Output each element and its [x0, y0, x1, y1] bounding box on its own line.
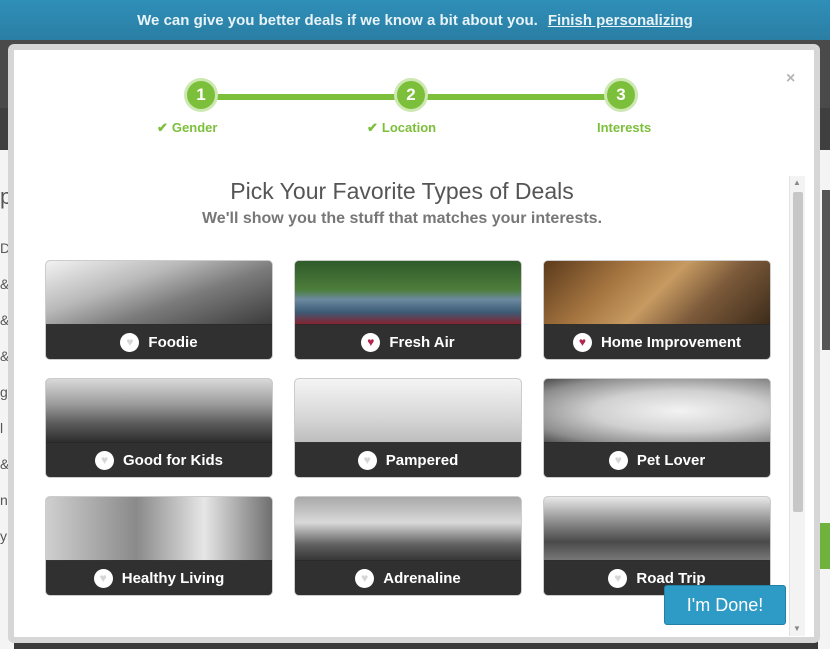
- interest-tile-pet-lover[interactable]: ♥ Pet Lover: [543, 378, 771, 478]
- page-title: Pick Your Favorite Types of Deals: [230, 178, 574, 204]
- step-1-label[interactable]: ✔ Gender: [157, 120, 217, 136]
- interest-tile-adrenaline[interactable]: ♥ Adrenaline: [294, 496, 522, 596]
- tile-label: Adrenaline: [383, 569, 461, 587]
- interest-tile-healthy-living[interactable]: ♥ Healthy Living: [45, 496, 273, 596]
- scroll-up-icon[interactable]: ▲: [793, 178, 801, 187]
- foodie-image: [46, 261, 272, 325]
- tile-caption: ♥ Foodie: [46, 324, 272, 359]
- checkmark-icon: ✔: [157, 120, 168, 135]
- fresh-air-image: [295, 261, 521, 325]
- step-label-text: Gender: [171, 120, 218, 135]
- tile-label: Pet Lover: [636, 451, 706, 469]
- adrenaline-image: [295, 497, 521, 561]
- tile-label: Pampered: [385, 451, 459, 469]
- step-label-text: Location: [381, 120, 437, 135]
- tile-label: Foodie: [148, 333, 198, 351]
- progress-steps: 1 2 3 ✔ Gender ✔ Location Interests: [14, 50, 814, 150]
- interest-tile-fresh-air[interactable]: ♥ Fresh Air: [294, 260, 522, 360]
- interest-tile-good-for-kids[interactable]: ♥ Good for Kids: [45, 378, 273, 478]
- heart-icon: ♥: [357, 450, 377, 470]
- interest-tile-home-improvement[interactable]: ♥ Home Improvement: [543, 260, 771, 360]
- tile-label: Fresh Air: [389, 333, 455, 351]
- tile-caption: ♥ Healthy Living: [46, 560, 272, 595]
- bg-dark-block: [822, 190, 830, 350]
- finish-personalizing-link[interactable]: Finish personalizing: [548, 12, 693, 29]
- interest-tile-pampered[interactable]: ♥ Pampered: [294, 378, 522, 478]
- interests-content: Pick Your Favorite Types of Deals We'll …: [14, 170, 790, 637]
- pet-lover-image: [544, 379, 770, 443]
- scroll-down-icon[interactable]: ▼: [793, 624, 801, 633]
- bg-letter: y: [0, 528, 7, 544]
- done-button[interactable]: I'm Done!: [664, 585, 786, 625]
- step-3-label[interactable]: Interests: [597, 120, 651, 135]
- tile-label: Healthy Living: [121, 569, 225, 587]
- modal-scrollbar[interactable]: ▲ ▼: [789, 176, 805, 636]
- interest-tile-foodie[interactable]: ♥ Foodie: [45, 260, 273, 360]
- banner-message: We can give you better deals if we know …: [137, 11, 538, 29]
- interest-tile-road-trip[interactable]: ♥ Road Trip: [543, 496, 771, 596]
- checkmark-icon: ✔: [367, 120, 378, 135]
- heart-icon: ♥: [608, 450, 628, 470]
- step-connector: [201, 94, 411, 100]
- home-improvement-image: [544, 261, 770, 325]
- heart-icon: ♥: [572, 332, 592, 352]
- heart-icon: ♥: [355, 568, 375, 588]
- personalize-banner: We can give you better deals if we know …: [0, 0, 830, 40]
- pampered-image: [295, 379, 521, 443]
- heart-icon: ♥: [95, 450, 114, 470]
- heart-icon: ♥: [120, 332, 140, 352]
- heart-icon: ♥: [608, 568, 628, 588]
- road-trip-image: [544, 497, 770, 561]
- good-for-kids-image: [46, 379, 272, 443]
- bg-letter: l: [0, 420, 4, 436]
- step-3-circle[interactable]: 3: [604, 78, 638, 112]
- healthy-living-image: [46, 497, 272, 561]
- tile-caption: ♥ Good for Kids: [46, 442, 272, 477]
- tile-caption: ♥ Adrenaline: [295, 560, 521, 595]
- step-2-label[interactable]: ✔ Location: [367, 120, 436, 136]
- step-connector: [411, 94, 621, 100]
- heart-icon: ♥: [93, 568, 113, 588]
- heart-icon: ♥: [361, 332, 381, 352]
- tile-label: Good for Kids: [123, 451, 223, 469]
- tile-label: Home Improvement: [600, 333, 742, 351]
- step-label-text: Interests: [597, 120, 652, 135]
- step-2-circle[interactable]: 2: [394, 78, 428, 112]
- tile-caption: ♥ Home Improvement: [544, 324, 770, 359]
- tile-caption: ♥ Pampered: [295, 442, 521, 477]
- step-1-circle[interactable]: 1: [184, 78, 218, 112]
- tile-caption: ♥ Fresh Air: [295, 324, 521, 359]
- scrollbar-thumb[interactable]: [793, 192, 803, 512]
- bg-letter: g: [0, 384, 8, 400]
- tile-label: Road Trip: [636, 569, 706, 587]
- personalize-modal: × 1 2 3 ✔ Gender ✔ Location Interests Pick…: [8, 44, 820, 643]
- page-subtitle: We'll show you the stuff that matches yo…: [201, 210, 603, 227]
- tile-caption: ♥ Pet Lover: [544, 442, 770, 477]
